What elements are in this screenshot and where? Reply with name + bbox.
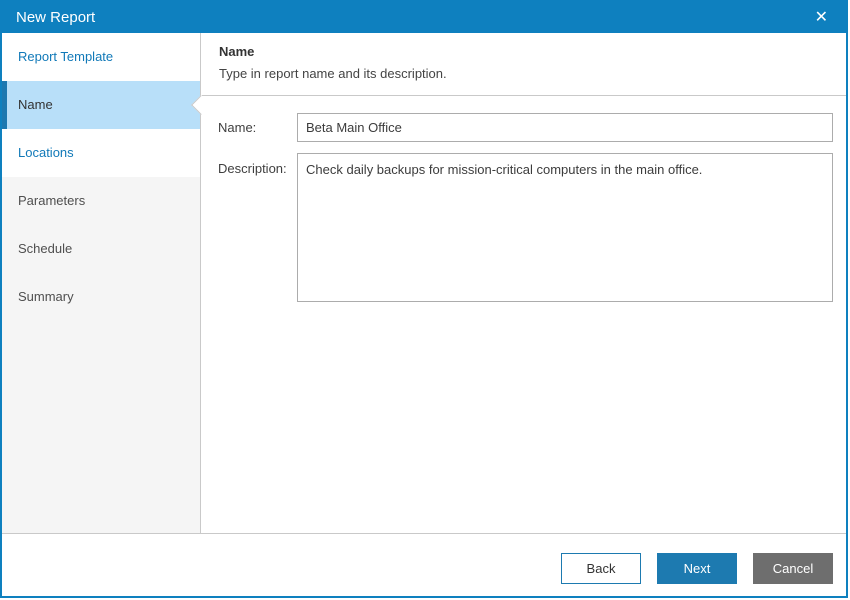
report-name-input[interactable] <box>297 113 833 142</box>
new-report-wizard-window: New Report ✕ Report Template Name Locati… <box>0 0 848 598</box>
sidebar-item-report-template[interactable]: Report Template <box>2 33 200 81</box>
next-button[interactable]: Next <box>657 553 737 584</box>
sidebar-item-parameters: Parameters <box>2 177 200 225</box>
step-title: Name <box>219 44 255 59</box>
sidebar-item-summary: Summary <box>2 273 200 321</box>
cancel-button[interactable]: Cancel <box>753 553 833 584</box>
window-title: New Report <box>16 9 96 26</box>
sidebar-item-name[interactable]: Name <box>2 81 200 129</box>
close-icon: ✕ <box>814 8 828 26</box>
footer-bar: Back Next Cancel <box>2 533 846 596</box>
step-subtitle: Type in report name and its description. <box>219 66 447 81</box>
report-description-textarea[interactable]: Check daily backups for mission-critical… <box>297 153 833 302</box>
step-header: Name Type in report name and its descrip… <box>202 33 846 96</box>
description-field-label: Description: <box>218 161 287 176</box>
sidebar-item-schedule: Schedule <box>2 225 200 273</box>
wizard-steps-sidebar: Report Template Name Locations Parameter… <box>2 33 201 533</box>
title-bar: New Report ✕ <box>2 2 846 33</box>
sidebar-item-locations[interactable]: Locations <box>2 129 200 177</box>
sidebar-filler <box>2 321 200 533</box>
close-button[interactable]: ✕ <box>811 8 832 28</box>
name-field-label: Name: <box>218 120 257 135</box>
back-button[interactable]: Back <box>561 553 641 584</box>
